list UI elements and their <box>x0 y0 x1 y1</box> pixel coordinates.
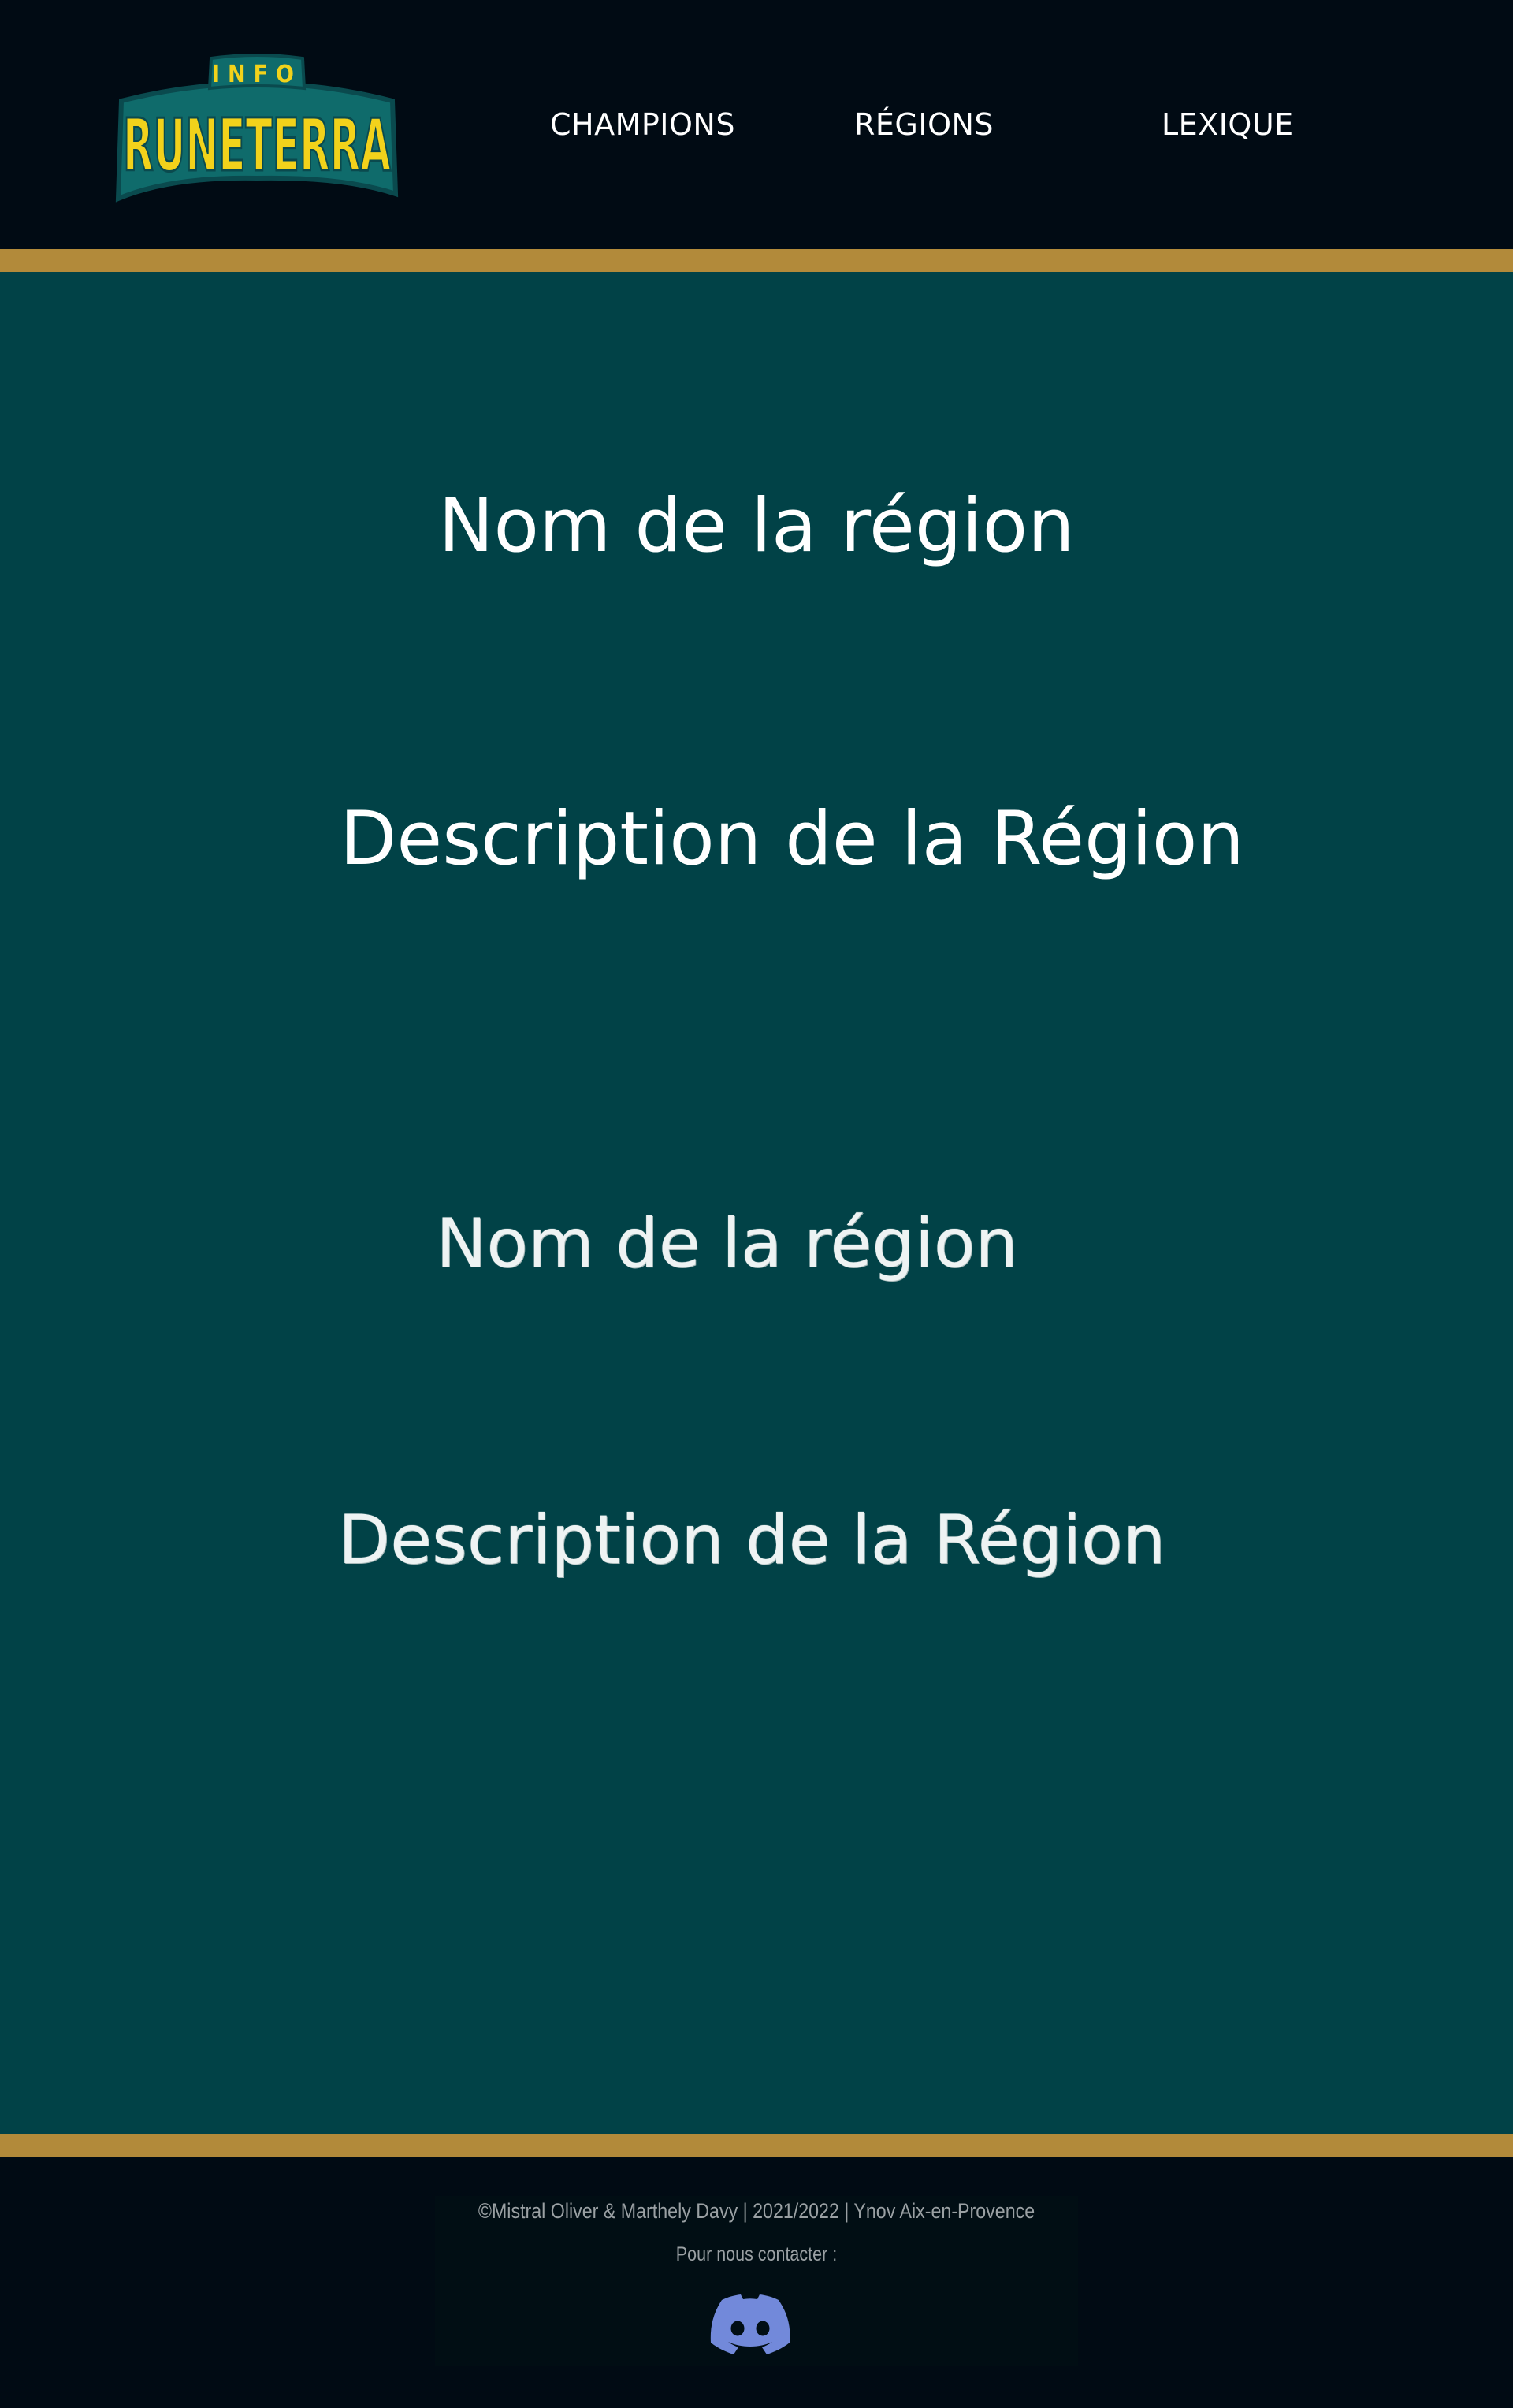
copyright-text: ©Mistral Oliver & Marthely Davy | 2021/2… <box>478 2199 1035 2223</box>
regions-content: Nom de la région Description de la Régio… <box>0 272 1513 2134</box>
contact-label: Pour nous contacter : <box>675 2243 838 2265</box>
nav-regions-link[interactable]: RÉGIONS <box>854 107 994 142</box>
nav-champions-link[interactable]: CHAMPIONS <box>550 107 735 142</box>
region-name: Nom de la région <box>436 1204 1018 1283</box>
logo-info-text: INFO <box>212 61 302 88</box>
runeterra-logo[interactable]: INFO RUNETERRA <box>107 52 407 210</box>
region-description: Description de la Région <box>337 1501 1166 1580</box>
site-footer: ©Mistral Oliver & Marthely Davy | 2021/2… <box>0 2157 1513 2408</box>
region-description: Description de la Région <box>339 796 1244 882</box>
discord-icon[interactable] <box>709 2294 791 2357</box>
logo-runeterra-text: RUNETERRA <box>123 103 391 188</box>
nav-lexique-link[interactable]: LEXIQUE <box>1162 107 1294 142</box>
header-divider <box>0 249 1513 272</box>
footer-divider <box>0 2134 1513 2157</box>
logo-graphic: INFO RUNETERRA <box>115 54 399 203</box>
site-header: INFO RUNETERRA CHAMPIONS RÉGIONS LEXIQUE <box>0 0 1513 249</box>
region-name: Nom de la région <box>438 483 1075 569</box>
